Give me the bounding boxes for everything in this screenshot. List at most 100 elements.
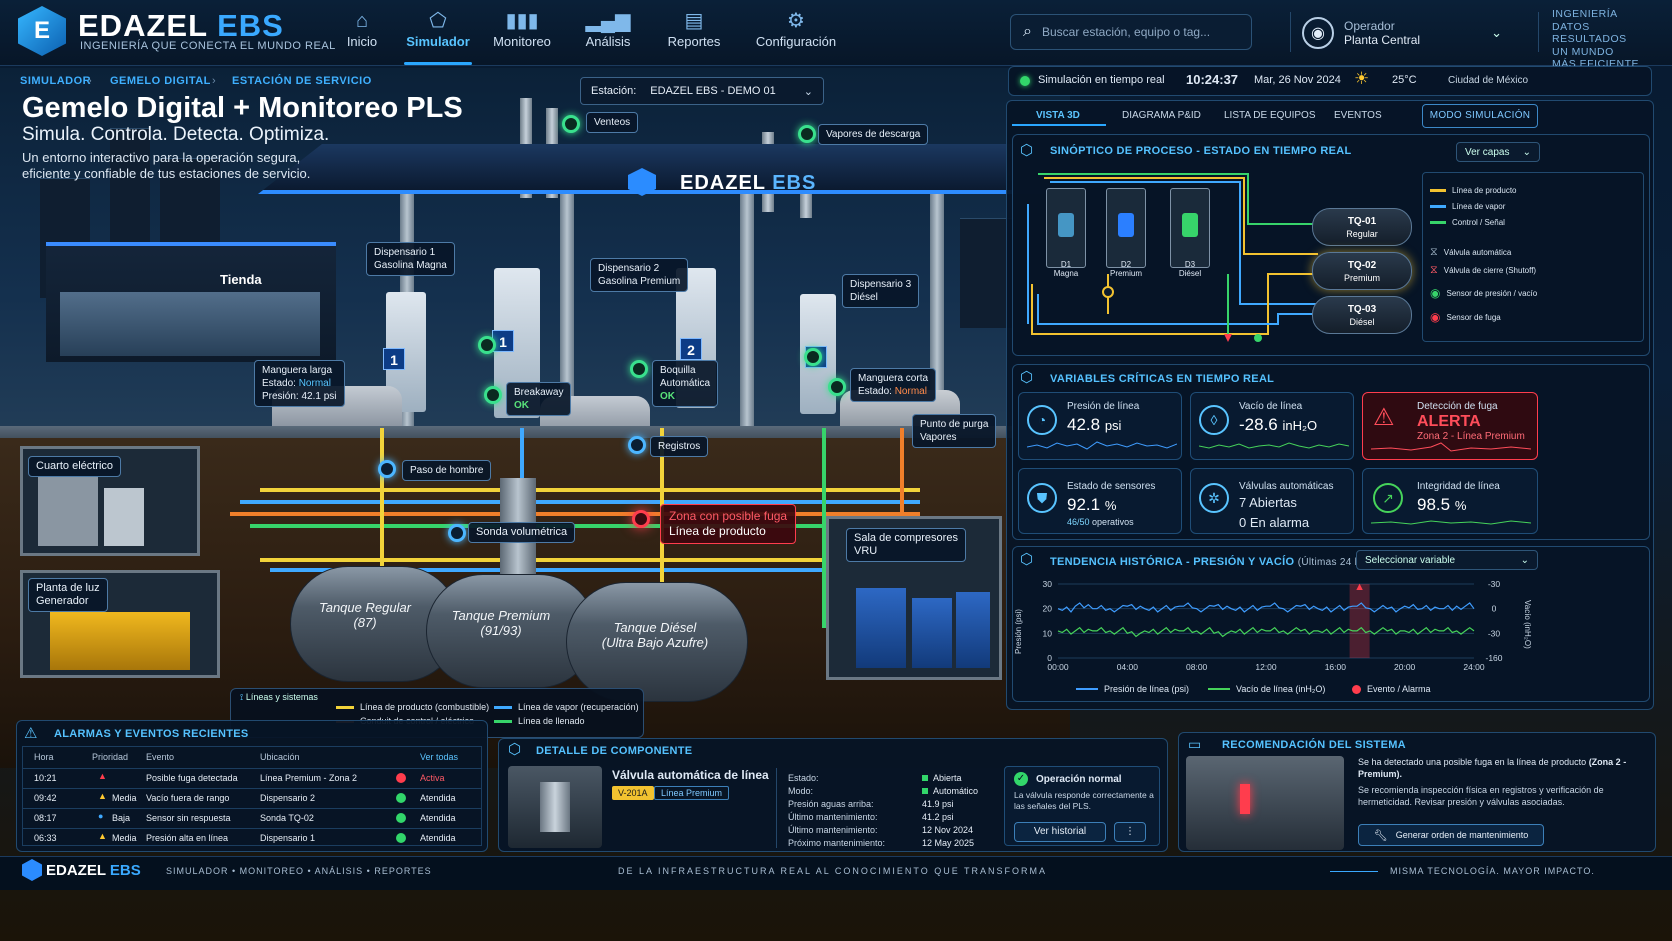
probe-sensor[interactable] (448, 524, 466, 542)
nav-label: Configuración (755, 34, 837, 49)
tab-vista-3d[interactable]: VISTA 3D (1036, 110, 1080, 121)
field-key: Próximo mantenimiento: (788, 838, 886, 848)
leak-sensor-icon[interactable] (1224, 334, 1232, 342)
slogan-line: UN MUNDO (1552, 45, 1614, 58)
tag-dispensario-2[interactable]: Dispensario 2 Gasolina Premium (590, 258, 689, 292)
tab-diagrama[interactable]: DIAGRAMA P&ID (1122, 110, 1201, 121)
search-input[interactable]: ⌕ Buscar estación, equipo o tag... (1010, 14, 1252, 50)
pressure-sensor-icon[interactable] (1102, 286, 1114, 298)
generar-orden-button[interactable]: 🔧︎ Generar orden de mantenimiento (1358, 824, 1544, 846)
table-row[interactable]: 06:33 ▲ Media Presión alta en línea Disp… (22, 828, 482, 846)
tag-boquilla[interactable]: Boquilla Automática OK (652, 360, 719, 407)
user-menu[interactable]: ◉ Operador Planta Central ⌄ (1302, 14, 1502, 52)
kpi-integridad[interactable]: ↗ Integridad de línea 98.5 % (1362, 468, 1538, 534)
component-name: Válvula automática de línea (612, 768, 769, 782)
tag-manguera-larga[interactable]: Manguera larga Estado: Normal Presión: 42.… (254, 360, 345, 407)
tag-dispensario-3[interactable]: Dispensario 3 Diésel (842, 274, 920, 308)
tag-registros[interactable]: Registros (650, 436, 709, 457)
kpi-vacio-linea[interactable]: ◊ Vacío de línea -28.6 inH₂O (1190, 392, 1354, 460)
canopy-brand-a: EDAZEL (680, 172, 766, 194)
trend-chart[interactable]: 3020100-300-30-16000:00 04:00 08:00 12:00 16… (1034, 576, 1504, 676)
nav-inicio[interactable]: ⌂ Inicio (322, 8, 402, 49)
recommendation-text-2: Se recomienda inspección física en regis… (1358, 785, 1604, 807)
nav-reportes[interactable]: ▤ Reportes (654, 8, 734, 49)
tag-paso-hombre[interactable]: Paso de hombre (402, 460, 492, 481)
tag-punto-purga[interactable]: Punto de purga Vapores (912, 414, 997, 448)
breadcrumb-simulador[interactable]: SIMULADOR (20, 75, 91, 87)
chevron-down-icon[interactable]: ⌄ (1491, 25, 1502, 41)
tag-line: Generador (36, 595, 89, 607)
vent-sensor[interactable] (562, 115, 580, 133)
ver-historial-button[interactable]: Ver historial (1014, 822, 1106, 842)
synoptic-tank-tq03[interactable]: TQ-03 Diésel (1312, 296, 1412, 334)
table-row[interactable]: 08:17 ● Baja Sensor sin respuesta Sonda … (22, 808, 482, 826)
short-hose-sensor[interactable] (804, 348, 822, 366)
station-selector[interactable]: Estación: EDAZEL EBS - DEMO 01 ⌄ (580, 77, 824, 105)
hose-sensor[interactable] (478, 336, 496, 354)
tag-line: Punto de purga (920, 419, 989, 430)
legend-label: Vacío de línea (inH₂O) (1236, 684, 1326, 694)
modo-simulacion-button[interactable]: MODO SIMULACIÓN (1422, 104, 1538, 128)
manhole-sensor[interactable] (378, 460, 396, 478)
drop-icon: ◊ (1199, 405, 1229, 435)
sparkline (1027, 441, 1177, 450)
short-hose-sensor-2[interactable] (828, 378, 846, 396)
tag-dispensario-1[interactable]: Dispensario 1 Gasolina Magna (366, 242, 455, 276)
cell-time: 10:21 (34, 773, 57, 783)
leak-sensor[interactable] (632, 510, 650, 528)
variable-selector[interactable]: Seleccionar variable ⌄ (1356, 550, 1538, 570)
component-title: DETALLE DE COMPONENTE (536, 745, 693, 757)
nav-analisis[interactable]: ▂▄▆ Análisis (568, 8, 648, 49)
synoptic-dispenser-d2[interactable] (1106, 188, 1146, 268)
y-axis-label-left: Presión (psi) (1014, 609, 1023, 654)
synoptic-tank-tq01[interactable]: TQ-01 Regular (1312, 208, 1412, 246)
pressure-sensor-icon[interactable] (1254, 334, 1262, 342)
synoptic-tank-tq02[interactable]: TQ-02 Premium (1312, 252, 1412, 290)
kpi-valvulas[interactable]: ✲ Válvulas automáticas 7 Abiertas 0 En a… (1190, 468, 1354, 534)
cell-location: Dispensario 2 (260, 793, 316, 803)
tag-manguera-corta[interactable]: Manguera corta Estado: Normal (850, 368, 937, 402)
compressor (956, 592, 990, 668)
tag-zona-fuga[interactable]: Zona con posible fuga Línea de producto (660, 504, 797, 544)
breadcrumb-gemelo[interactable]: GEMELO DIGITAL (110, 75, 211, 87)
breakaway-sensor[interactable] (484, 386, 502, 404)
kpi-presion-linea[interactable]: ◔ Presión de línea 42.8 psi (1018, 392, 1182, 460)
pressure-sensor-icon: ◉ (1430, 286, 1441, 300)
table-row[interactable]: 10:21 ▲ Posible fuga detectada Línea Pre… (22, 768, 482, 786)
status-active-icon (396, 773, 406, 783)
kpi-unit: % (1104, 498, 1117, 513)
table-row[interactable]: 09:42 ▲ Media Vacío fuera de rango Dispe… (22, 788, 482, 806)
nav-simulador[interactable]: ⬠ Simulador (398, 8, 478, 65)
tag-line: Dispensario 2 (598, 263, 660, 274)
slogan-line: DATOS (1552, 20, 1590, 33)
ver-todas-link[interactable]: Ver todas (420, 752, 458, 762)
page-subtitle: Simula. Controla. Detecta. Optimiza. (22, 124, 330, 145)
tag-cuarto-electrico[interactable]: Cuarto eléctrico (28, 456, 122, 477)
nozzle-sensor[interactable] (630, 360, 648, 378)
synoptic-dispenser-d1[interactable] (1046, 188, 1086, 268)
tag-sala-compresores[interactable]: Sala de compresores VRU (846, 528, 966, 562)
ver-capas-dropdown[interactable]: Ver capas ⌄ (1456, 142, 1540, 162)
tag-breakaway[interactable]: Breakaway OK (506, 382, 572, 416)
kpi-deteccion-fuga[interactable]: ⚠ Detección de fuga ALERTA Zona 2 - Líne… (1362, 392, 1538, 460)
tag-venteos[interactable]: Venteos (586, 112, 639, 133)
nav-configuracion[interactable]: ⚙ Configuración (746, 8, 846, 49)
more-options-button[interactable]: ⋮ (1114, 822, 1146, 842)
kpi-label: Detección de fuga (1417, 401, 1498, 412)
vapor-sensor[interactable] (798, 125, 816, 143)
tab-eventos[interactable]: EVENTOS (1334, 110, 1382, 121)
status-ok-icon (922, 788, 928, 794)
tab-lista-equipos[interactable]: LISTA DE EQUIPOS (1224, 110, 1316, 121)
tag-sonda[interactable]: Sonda volumétrica (468, 522, 576, 543)
nav-monitoreo[interactable]: ▮▮▮ Monitoreo (482, 8, 562, 49)
synoptic-dispenser-d3[interactable] (1170, 188, 1210, 268)
cell-priority: Baja (112, 813, 131, 823)
tag-vapores-descarga[interactable]: Vapores de descarga (818, 124, 929, 145)
registros-sensor[interactable] (628, 436, 646, 454)
breadcrumb-estacion[interactable]: ESTACIÓN DE SERVICIO (232, 75, 372, 87)
tag-planta-luz[interactable]: Planta de luz Generador (28, 578, 108, 612)
kpi-line: 0 En alarma (1239, 515, 1310, 530)
dispenser-label: D3 Diésel (1170, 260, 1210, 278)
footer-nav[interactable]: SIMULADOR • MONITOREO • ANÁLISIS • REPOR… (166, 866, 432, 876)
kpi-estado-sensores[interactable]: ⛊ Estado de sensores 92.1 % 46/50 operat… (1018, 468, 1182, 534)
